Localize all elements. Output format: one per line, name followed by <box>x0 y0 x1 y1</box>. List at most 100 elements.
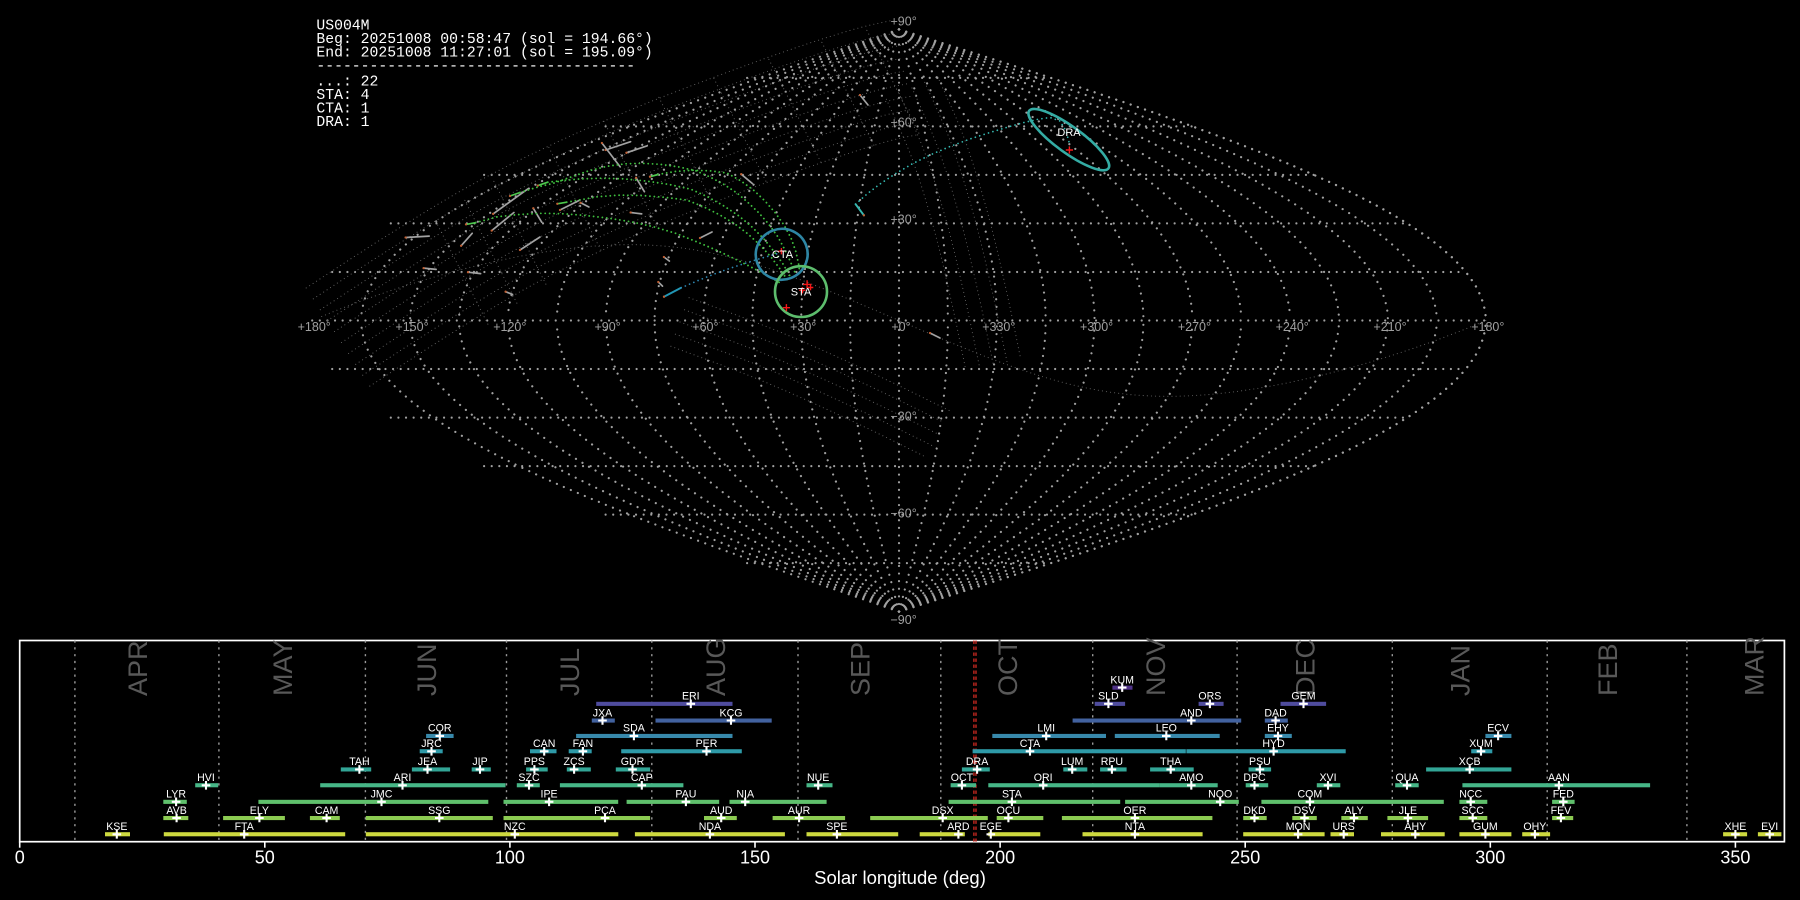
svg-text:OCU: OCU <box>997 805 1021 817</box>
svg-text:MAR: MAR <box>1740 636 1770 696</box>
svg-text:FEV: FEV <box>1551 805 1573 817</box>
svg-text:CAP: CAP <box>631 772 653 784</box>
svg-text:OER: OER <box>1123 805 1146 817</box>
svg-text:SLD: SLD <box>1098 691 1119 703</box>
svg-text:ERI: ERI <box>682 691 700 703</box>
svg-text:+180°: +180° <box>1471 320 1504 334</box>
svg-text:MON: MON <box>1286 821 1311 833</box>
svg-text:STA: STA <box>1002 789 1023 801</box>
svg-text:+60°: +60° <box>891 115 917 129</box>
svg-text:+30°: +30° <box>790 320 816 334</box>
svg-text:GUM: GUM <box>1473 821 1498 833</box>
svg-text:100: 100 <box>495 848 525 868</box>
svg-text:SSG: SSG <box>428 805 450 817</box>
svg-text:350: 350 <box>1720 848 1750 868</box>
svg-text:AAN: AAN <box>1548 772 1570 784</box>
svg-text:PPS: PPS <box>524 756 545 768</box>
svg-text:+270°: +270° <box>1178 320 1211 334</box>
svg-text:JIP: JIP <box>472 756 487 768</box>
svg-text:+30°: +30° <box>891 212 917 226</box>
svg-text:JXA: JXA <box>593 707 613 719</box>
svg-text:+60°: +60° <box>692 320 718 334</box>
svg-text:LMI: LMI <box>1037 723 1055 735</box>
svg-text:DSV: DSV <box>1294 805 1317 817</box>
svg-text:300: 300 <box>1475 848 1505 868</box>
svg-text:0: 0 <box>15 848 25 868</box>
svg-text:RPU: RPU <box>1101 756 1123 768</box>
svg-text:+330°: +330° <box>982 320 1015 334</box>
svg-text:Solar longitude (deg): Solar longitude (deg) <box>814 867 986 888</box>
svg-text:ELY: ELY <box>250 805 269 817</box>
svg-text:JEA: JEA <box>418 756 438 768</box>
svg-text:LEO: LEO <box>1156 723 1177 735</box>
svg-text:ZCS: ZCS <box>564 756 585 768</box>
svg-text:NCC: NCC <box>1459 789 1482 801</box>
svg-text:AVB: AVB <box>166 805 186 817</box>
svg-text:MAY: MAY <box>268 639 298 696</box>
svg-text:XVI: XVI <box>1319 772 1336 784</box>
svg-text:+180°: +180° <box>298 320 331 334</box>
svg-text:GEM: GEM <box>1291 691 1315 703</box>
svg-text:+300°: +300° <box>1080 320 1113 334</box>
svg-text:EVI: EVI <box>1761 821 1778 833</box>
svg-text:DAD: DAD <box>1264 707 1287 719</box>
svg-text:FTA: FTA <box>235 821 255 833</box>
svg-text:FED: FED <box>1553 789 1575 801</box>
svg-text:ECV: ECV <box>1487 723 1510 735</box>
svg-text:DRA: 1: DRA: 1 <box>316 115 369 131</box>
svg-text:HVI: HVI <box>197 772 215 784</box>
svg-text:ARI: ARI <box>394 772 412 784</box>
svg-text:NUE: NUE <box>807 772 829 784</box>
svg-text:IPE: IPE <box>541 789 558 801</box>
svg-text:XCB: XCB <box>1459 756 1481 768</box>
svg-text:JLE: JLE <box>1399 805 1417 817</box>
svg-text:COR: COR <box>428 723 452 735</box>
svg-text:COM: COM <box>1298 789 1323 801</box>
svg-text:SDA: SDA <box>623 723 646 735</box>
svg-text:NTA: NTA <box>1125 821 1146 833</box>
svg-text:150: 150 <box>740 848 770 868</box>
svg-text:JMC: JMC <box>371 789 393 801</box>
svg-text:AND: AND <box>1180 707 1203 719</box>
svg-text:AMO: AMO <box>1179 772 1203 784</box>
svg-text:DRA: DRA <box>1057 127 1081 139</box>
svg-text:250: 250 <box>1230 848 1260 868</box>
svg-text:XHE: XHE <box>1725 821 1747 833</box>
svg-text:NOV: NOV <box>1141 637 1171 696</box>
svg-text:AUG: AUG <box>701 637 731 696</box>
svg-text:QUA: QUA <box>1396 772 1420 784</box>
svg-text:NDA: NDA <box>699 821 722 833</box>
svg-text:PSU: PSU <box>1249 756 1271 768</box>
svg-text:NIA: NIA <box>736 789 755 801</box>
svg-text:DSX: DSX <box>932 805 954 817</box>
svg-text:THA: THA <box>1160 756 1182 768</box>
svg-text:PAU: PAU <box>675 789 696 801</box>
svg-text:DPC: DPC <box>1243 772 1266 784</box>
svg-text:PCA: PCA <box>594 805 617 817</box>
svg-text:DEC: DEC <box>1291 639 1321 696</box>
svg-text:SZC: SZC <box>518 772 540 784</box>
svg-text:−90°: −90° <box>891 613 917 627</box>
svg-text:ORI: ORI <box>1034 772 1053 784</box>
svg-text:FAN: FAN <box>573 738 594 750</box>
svg-text:CTA: CTA <box>1020 738 1041 750</box>
svg-text:+120°: +120° <box>493 320 526 334</box>
svg-text:KUM: KUM <box>1110 674 1134 686</box>
svg-text:−30°: −30° <box>891 410 917 424</box>
svg-text:LYR: LYR <box>166 789 186 801</box>
svg-text:STA: STA <box>791 286 812 298</box>
svg-text:+90°: +90° <box>891 14 917 28</box>
svg-text:CAM: CAM <box>315 805 339 817</box>
svg-text:EHY: EHY <box>1267 723 1289 735</box>
svg-text:+150°: +150° <box>395 320 428 334</box>
svg-text:------------------------------: ------------------------------------ <box>316 59 635 75</box>
svg-text:AUR: AUR <box>788 805 811 817</box>
svg-text:+240°: +240° <box>1276 320 1309 334</box>
svg-text:ALY: ALY <box>1344 805 1363 817</box>
svg-text:HYD: HYD <box>1262 738 1285 750</box>
svg-text:XUM: XUM <box>1469 738 1493 750</box>
svg-text:CTA: CTA <box>772 249 794 261</box>
svg-text:AUD: AUD <box>710 805 733 817</box>
svg-text:SCC: SCC <box>1462 805 1485 817</box>
svg-text:+210°: +210° <box>1373 320 1406 334</box>
